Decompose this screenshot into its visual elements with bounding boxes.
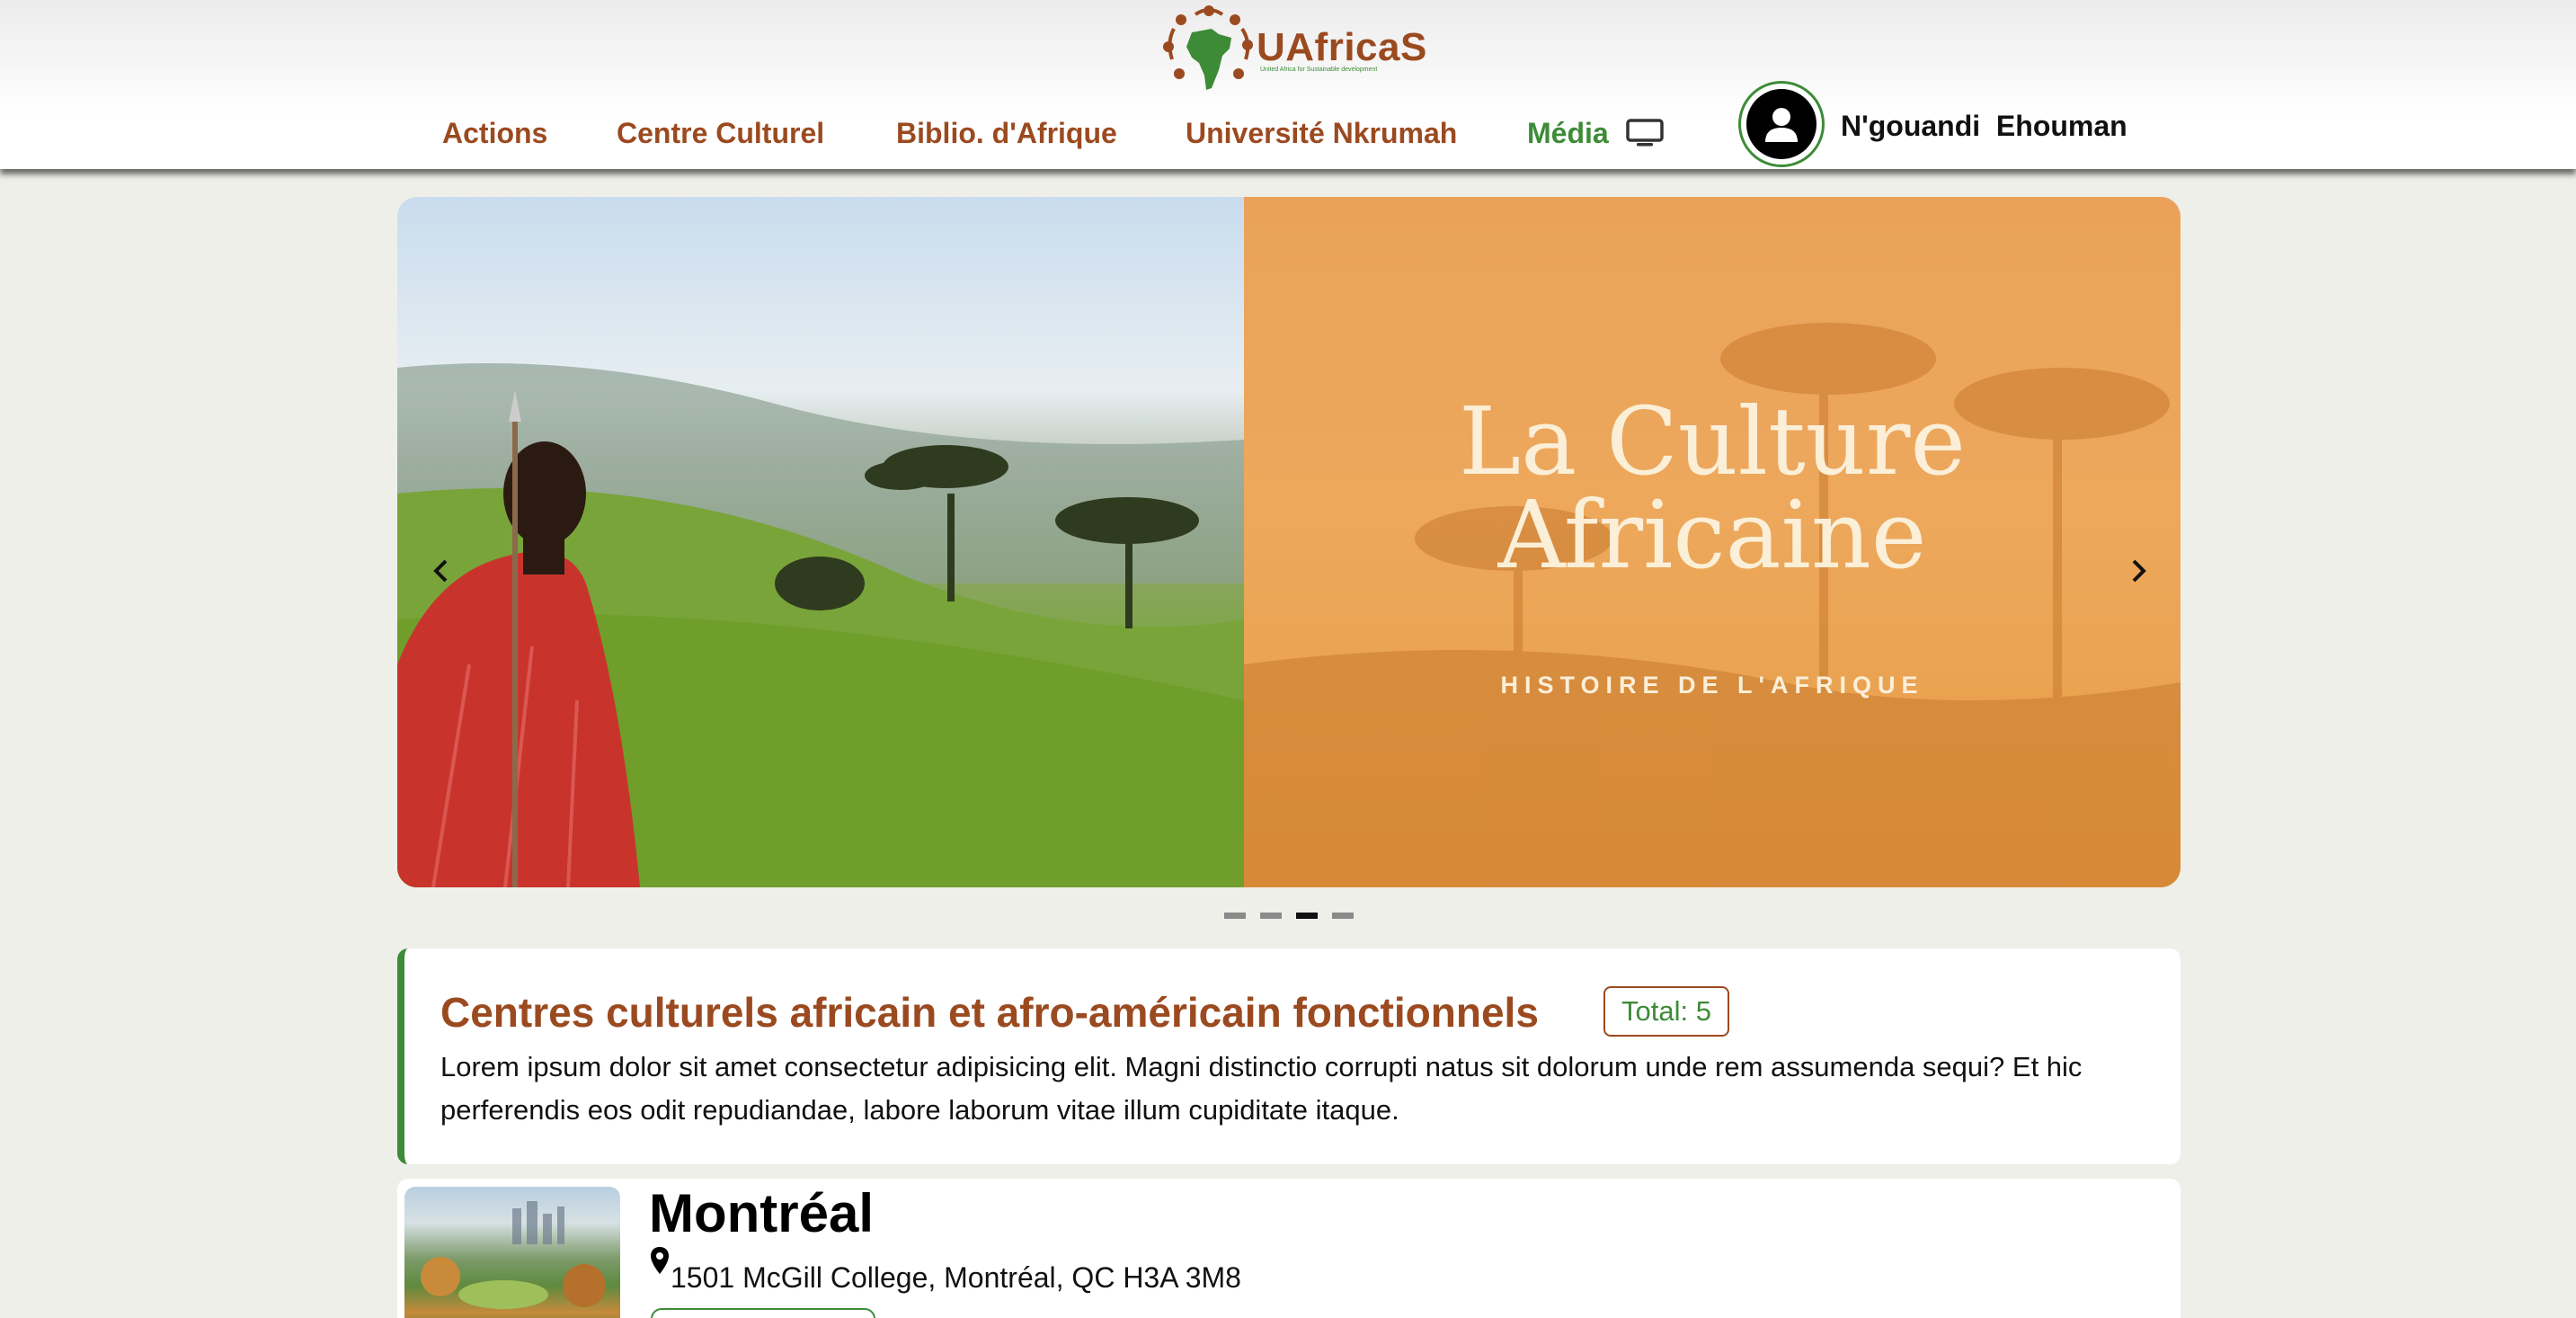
carousel-indicator-1[interactable]	[1224, 913, 1246, 919]
carousel-indicator-2[interactable]	[1260, 913, 1282, 919]
avatar[interactable]	[1738, 81, 1825, 167]
nav-item-media[interactable]: Média	[1527, 117, 1664, 150]
logo-wordmark: UAfricaS	[1257, 25, 1427, 69]
carousel-indicators	[1224, 913, 1355, 922]
center-card[interactable]: Montréal 1501 McGill College, Montréal, …	[397, 1179, 2181, 1318]
main-nav: Actions Centre Culturel Biblio. d'Afriqu…	[0, 106, 2576, 160]
info-card: Centres culturels africain et afro-améri…	[397, 948, 2181, 1164]
section-title: Centres culturels africain et afro-améri…	[440, 989, 1539, 1036]
city-address: 1501 McGill College, Montréal, QC H3A 3M…	[671, 1261, 1241, 1294]
map-pin-icon	[651, 1247, 669, 1274]
user-icon	[1765, 108, 1798, 142]
city-image	[404, 1187, 620, 1318]
slide-title-panel: La Culture Africaine HISTOIRE DE L'AFRIQ…	[1244, 197, 2181, 887]
nav-item-media-label: Média	[1527, 117, 1609, 149]
city-park-image	[421, 1201, 606, 1309]
carousel-indicator-3[interactable]	[1296, 913, 1318, 919]
chevron-left-icon	[433, 559, 448, 583]
carousel-next-button[interactable]	[2121, 544, 2157, 598]
carousel-indicator-4[interactable]	[1332, 913, 1354, 919]
chevron-right-icon	[2132, 559, 2146, 583]
slide-title: La Culture Africaine	[1244, 395, 2181, 582]
nav-item-actions[interactable]: Actions	[442, 117, 547, 150]
section-description: Lorem ipsum dolor sit amet consectetur a…	[440, 1051, 2083, 1126]
site-header: UAfricaS United Africa for Sustainable d…	[0, 0, 2576, 169]
tv-icon	[1625, 118, 1664, 147]
logo-tagline: United Africa for Sustainable developmen…	[1260, 67, 1378, 73]
city-name: Montréal	[649, 1183, 875, 1243]
slide-photo-maasai	[397, 197, 1244, 887]
hero-carousel[interactable]: La Culture Africaine HISTOIRE DE L'AFRIQ…	[397, 197, 2181, 887]
nav-item-universite[interactable]: Université Nkrumah	[1186, 117, 1457, 150]
nav-item-biblio[interactable]: Biblio. d'Afrique	[896, 117, 1117, 150]
user-name[interactable]: N'gouandi Ehouman	[1841, 110, 2127, 143]
slide-title-line-1: La Culture	[1459, 387, 1966, 496]
total-badge: Total: 5	[1603, 986, 1729, 1037]
center-action-button[interactable]	[651, 1308, 875, 1318]
site-logo[interactable]: UAfricaS United Africa for Sustainable d…	[1159, 2, 1426, 102]
carousel-prev-button[interactable]	[422, 544, 458, 598]
slide-subtitle: HISTOIRE DE L'AFRIQUE	[1500, 672, 1924, 699]
landscape-image	[397, 363, 1244, 887]
slide-title-line-2: Africaine	[1497, 480, 1927, 590]
nav-item-centre-culturel[interactable]: Centre Culturel	[617, 117, 824, 150]
africa-map-logo-icon	[1163, 5, 1253, 90]
